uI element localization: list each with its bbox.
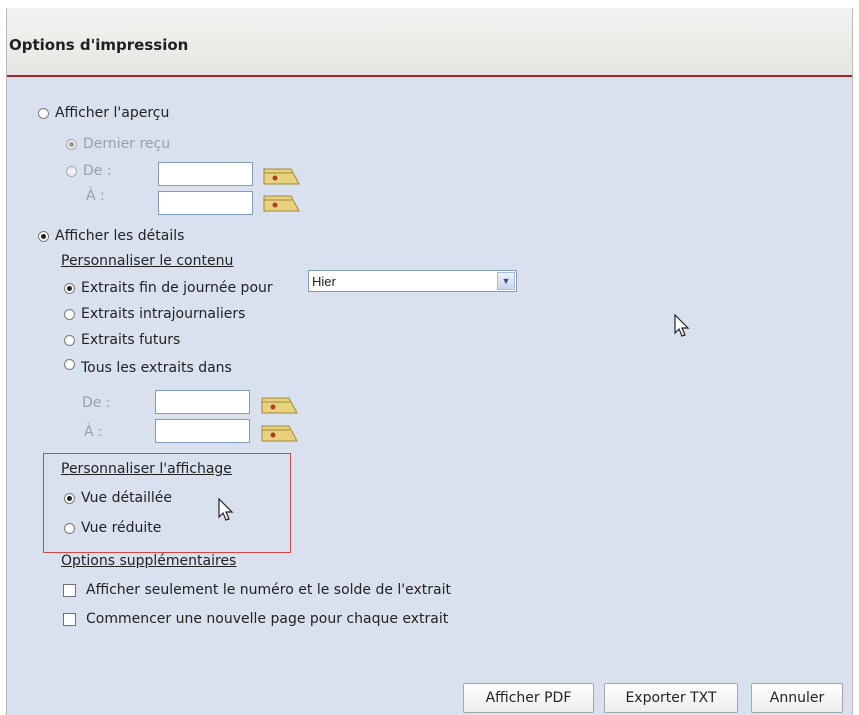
radio-last-receipt[interactable]: Dernier reçu	[66, 136, 170, 152]
preview-to-row: À :	[86, 188, 105, 204]
preview-to-date-input[interactable]	[158, 191, 253, 215]
radio-all-in-label: Tous les extraits dans	[81, 360, 232, 376]
radio-future-label: Extraits futurs	[81, 332, 181, 348]
customize-display-label: Personnaliser l'affichage	[61, 461, 232, 477]
preview-to-label: À :	[86, 188, 105, 204]
radio-show-preview-label: Afficher l'aperçu	[55, 105, 170, 121]
radio-reduced-view[interactable]: Vue réduite	[64, 520, 161, 536]
radio-all-in[interactable]: Tous les extraits dans	[64, 358, 232, 376]
radio-show-details-control[interactable]	[38, 230, 49, 242]
radio-detailed-view-control[interactable]	[64, 492, 75, 504]
radio-end-of-day[interactable]: Extraits fin de journée pour	[64, 280, 273, 296]
radio-last-receipt-label: Dernier reçu	[83, 136, 171, 152]
checkbox-new-page-label: Commencer une nouvelle page pour chaque …	[86, 611, 449, 627]
radio-end-of-day-control[interactable]	[64, 282, 75, 294]
checkbox-new-page-control[interactable]	[63, 612, 76, 626]
calendar-icon[interactable]	[259, 395, 299, 415]
radio-future[interactable]: Extraits futurs	[64, 332, 180, 348]
radio-last-receipt-control[interactable]	[66, 138, 77, 150]
cancel-button[interactable]: Annuler	[751, 683, 843, 713]
details-to-label: À :	[84, 424, 103, 440]
customize-display-heading: Personnaliser l'affichage	[61, 461, 232, 477]
dialog-titlebar: Options d'impression	[7, 8, 852, 77]
radio-intraday[interactable]: Extraits intrajournaliers	[64, 306, 245, 322]
radio-show-preview-control[interactable]	[38, 107, 49, 119]
customize-content-heading: Personnaliser le contenu	[61, 253, 233, 269]
radio-future-control[interactable]	[64, 334, 75, 346]
export-txt-button[interactable]: Exporter TXT	[604, 683, 738, 713]
details-from-date-input[interactable]	[155, 390, 250, 414]
chevron-down-icon[interactable]: ▼	[497, 272, 515, 290]
details-to-row: À :	[84, 424, 103, 440]
extra-options-label: Options supplémentaires	[61, 553, 237, 569]
customize-content-label: Personnaliser le contenu	[61, 253, 234, 269]
radio-all-in-control[interactable]	[64, 358, 75, 370]
checkbox-only-number-balance[interactable]: Afficher seulement le numéro et le solde…	[63, 582, 451, 598]
calendar-icon[interactable]	[261, 193, 301, 213]
radio-preview-from-control[interactable]	[66, 165, 77, 177]
radio-intraday-control[interactable]	[64, 308, 75, 320]
mouse-pointer-icon	[674, 314, 690, 337]
radio-show-details-label: Afficher les détails	[55, 228, 185, 244]
calendar-icon[interactable]	[259, 423, 299, 443]
checkbox-only-number-balance-label: Afficher seulement le numéro et le solde…	[86, 582, 452, 598]
radio-reduced-view-control[interactable]	[64, 522, 75, 534]
radio-show-preview[interactable]: Afficher l'aperçu	[38, 105, 169, 121]
end-of-day-select-value: Hier	[312, 274, 336, 289]
radio-intraday-label: Extraits intrajournaliers	[81, 306, 246, 322]
details-to-date-input[interactable]	[155, 419, 250, 443]
extra-options-heading: Options supplémentaires	[61, 553, 236, 569]
show-pdf-button[interactable]: Afficher PDF	[463, 683, 594, 713]
mouse-pointer-icon	[218, 498, 234, 521]
checkbox-new-page[interactable]: Commencer une nouvelle page pour chaque …	[63, 611, 448, 627]
radio-detailed-view-label: Vue détaillée	[81, 490, 173, 506]
radio-preview-from[interactable]: De :	[66, 163, 112, 179]
details-from-label: De :	[82, 395, 111, 411]
checkbox-only-number-balance-control[interactable]	[63, 583, 76, 597]
calendar-icon[interactable]	[261, 166, 301, 186]
radio-show-details[interactable]: Afficher les détails	[38, 228, 184, 244]
details-from-row: De :	[82, 395, 111, 411]
radio-detailed-view[interactable]: Vue détaillée	[64, 490, 172, 506]
dialog-title: Options d'impression	[9, 36, 189, 54]
preview-from-date-input[interactable]	[158, 162, 253, 186]
radio-reduced-view-label: Vue réduite	[81, 520, 162, 536]
radio-end-of-day-label: Extraits fin de journée pour	[81, 280, 273, 296]
end-of-day-select[interactable]: Hier ▼	[308, 270, 517, 292]
preview-from-label: De :	[83, 163, 112, 179]
